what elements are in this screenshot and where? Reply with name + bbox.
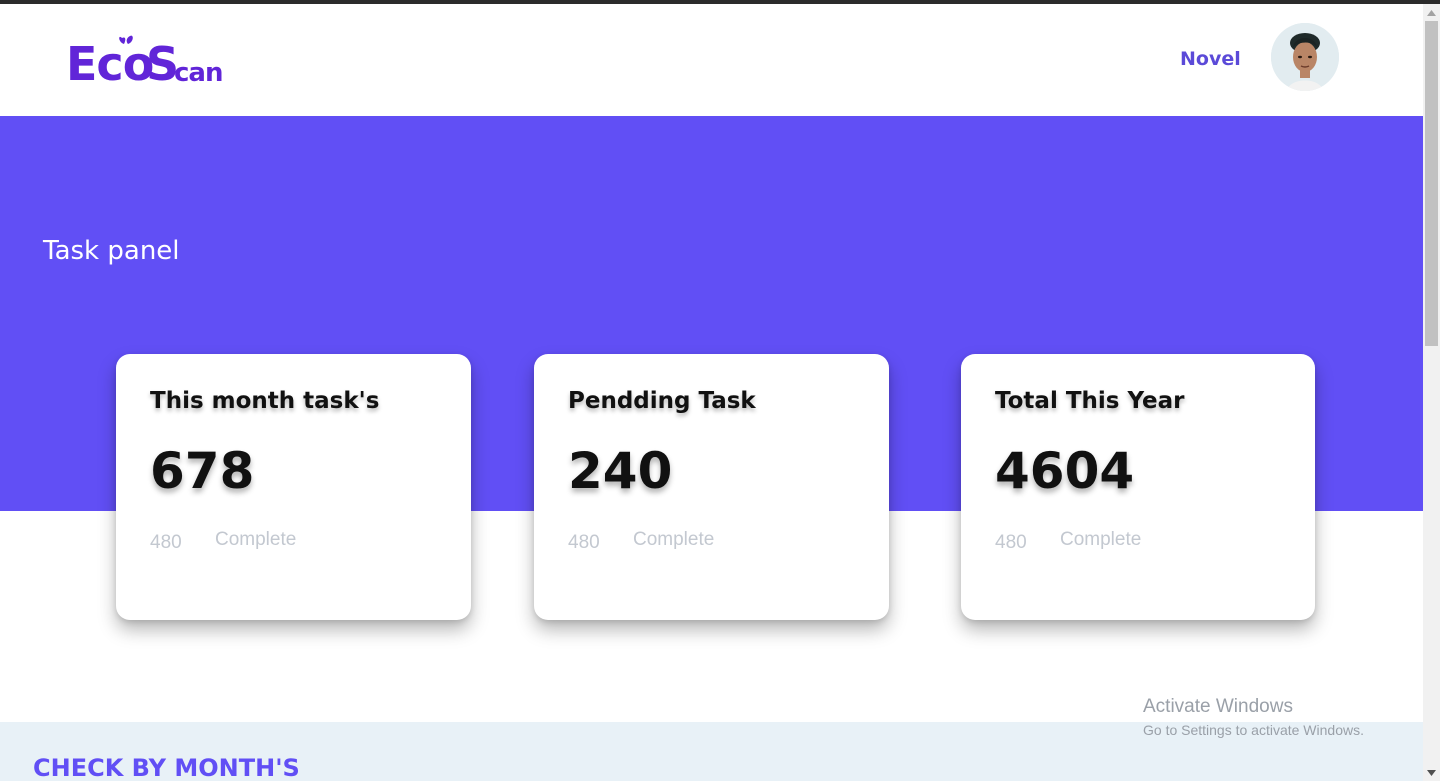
section-heading: CHECK BY MONTH'S bbox=[33, 754, 300, 781]
card-count: 480 bbox=[995, 532, 1027, 553]
card-status: Complete bbox=[215, 529, 297, 550]
card-status: Complete bbox=[633, 529, 715, 550]
logo-graphic: Eco S can bbox=[66, 35, 223, 91]
avatar-image bbox=[1271, 23, 1339, 91]
card-value: 678 bbox=[150, 442, 255, 500]
ecoscan-logo[interactable]: Eco S can bbox=[66, 32, 226, 92]
avatar[interactable] bbox=[1271, 23, 1339, 91]
card-value: 4604 bbox=[995, 442, 1135, 500]
card-count: 480 bbox=[568, 532, 600, 553]
card-title: Total This Year bbox=[995, 388, 1185, 414]
card-status: Complete bbox=[1060, 529, 1142, 550]
scrollbar-thumb[interactable] bbox=[1425, 21, 1438, 346]
stat-card-month-tasks[interactable]: This month task's 678 480 Complete bbox=[116, 354, 471, 620]
card-value: 240 bbox=[568, 442, 673, 500]
stat-card-total-year[interactable]: Total This Year 4604 480 Complete bbox=[961, 354, 1315, 620]
activate-windows-watermark: Activate Windows Go to Settings to activ… bbox=[1143, 696, 1364, 738]
watermark-title: Activate Windows bbox=[1143, 696, 1293, 717]
logo-letters-can: can bbox=[174, 58, 222, 88]
card-title: This month task's bbox=[150, 388, 380, 414]
page: Eco S can Novel Task panel This month ta… bbox=[0, 4, 1423, 781]
user-name-link[interactable]: Novel bbox=[1180, 48, 1241, 70]
chevron-down-icon[interactable] bbox=[1423, 764, 1440, 781]
page-title: Task panel bbox=[43, 236, 180, 266]
stat-card-pending-tasks[interactable]: Pendding Task 240 480 Complete bbox=[534, 354, 889, 620]
logo-letter-e: Eco bbox=[66, 37, 153, 91]
watermark-subtitle: Go to Settings to activate Windows. bbox=[1143, 722, 1364, 738]
card-count: 480 bbox=[150, 532, 182, 553]
card-title: Pendding Task bbox=[568, 388, 756, 414]
top-navbar: Eco S can Novel bbox=[0, 4, 1423, 116]
vertical-scrollbar[interactable] bbox=[1423, 4, 1440, 781]
chevron-up-icon[interactable] bbox=[1423, 4, 1440, 21]
